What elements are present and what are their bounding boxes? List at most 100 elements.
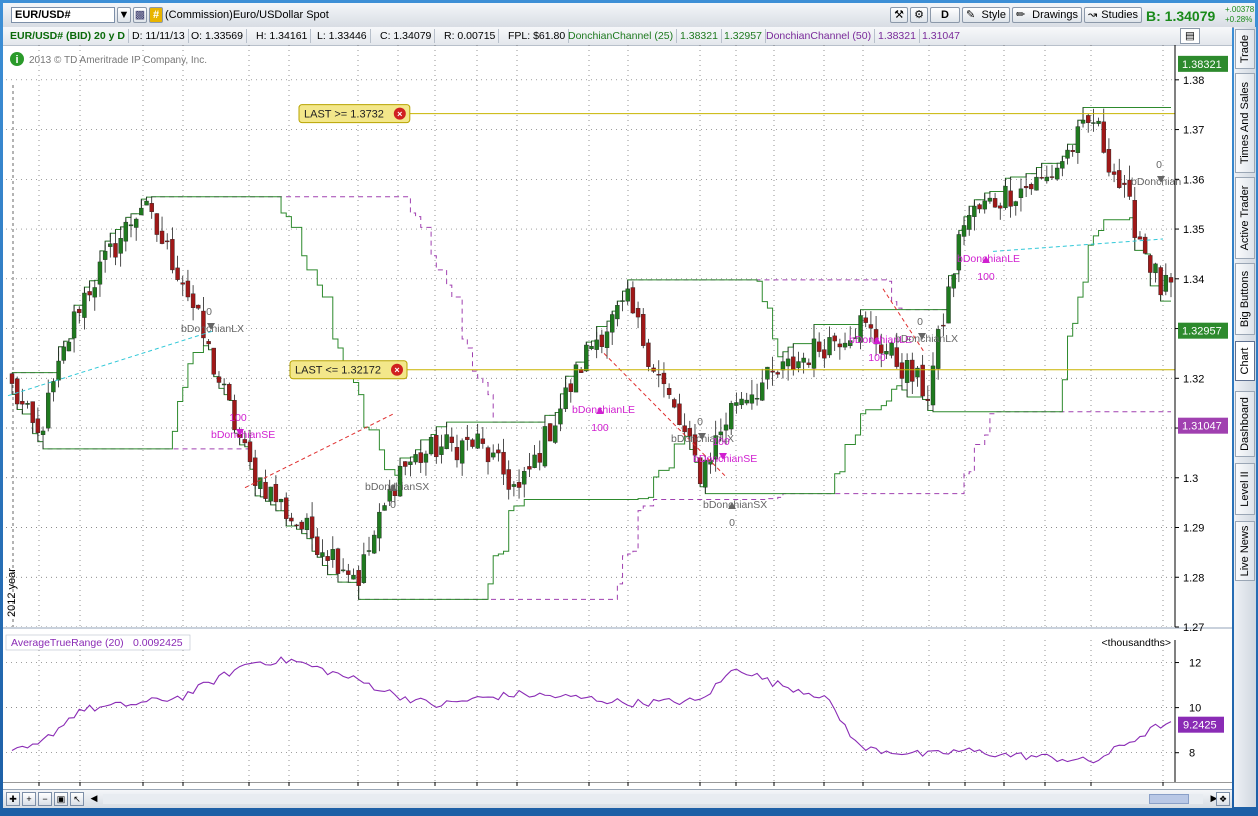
info-dc50-label[interactable]: DonchianChannel (50)	[763, 29, 876, 43]
symbol-description: (Commission)Euro/USDollar Spot	[165, 9, 329, 21]
signal-label: bDonchianLE	[957, 253, 1020, 265]
candlesticks	[9, 107, 1174, 600]
signal-qty: 0	[729, 517, 735, 529]
tab-active-trader[interactable]: Active Trader	[1235, 177, 1255, 259]
info-dc25-label[interactable]: DonchianChannel (25)	[565, 29, 678, 43]
signal-label: bDonchianSX	[703, 499, 767, 511]
zoom-in-icon[interactable]: +	[22, 792, 36, 806]
studies-icon: ↝	[1088, 9, 1098, 21]
wrench-icon[interactable]: ⚙	[910, 7, 928, 23]
signal-qty: 0	[917, 316, 923, 328]
pencil-icon: ✏	[1016, 9, 1026, 21]
atr-tick-label: 10	[1189, 703, 1201, 715]
atr-tick-label: 12	[1189, 658, 1201, 670]
info-dc50-lower: 1.31047	[922, 30, 960, 42]
tab-chart[interactable]: Chart	[1235, 341, 1255, 381]
chart-info-bar: EUR/USD# (BID) 20 y D D: 11/11/13 O: 1.3…	[3, 27, 1232, 46]
price-tick-label: 1.28	[1183, 572, 1204, 584]
signal-label: bDonchianLX	[895, 333, 958, 345]
link-icon[interactable]: ▩	[133, 7, 147, 23]
atr-tick-label: 8	[1189, 748, 1195, 760]
info-dc50-upper: 1.38321	[875, 29, 920, 43]
price-badge-label: 1.38321	[1182, 59, 1222, 71]
expand-icon[interactable]: ❖	[1216, 792, 1230, 806]
style-icon: ✎	[966, 9, 976, 21]
style-button[interactable]: ✎ Style	[962, 7, 1010, 23]
signal-qty: 0	[206, 306, 212, 318]
price-tick-label: 1.29	[1183, 523, 1204, 535]
info-symbol-period[interactable]: EUR/USD# (BID) 20 y D	[7, 29, 129, 43]
chart-labels: i 2013 © TD Ameritrade IP Company, Inc. 20…	[6, 52, 207, 617]
price-tick-label: 1.34	[1183, 274, 1204, 286]
info-date: D: 11/11/13	[129, 29, 189, 43]
price-tick-label: 1.37	[1183, 125, 1204, 137]
tab-live-news[interactable]: Live News	[1235, 521, 1255, 581]
donchian-25-lines	[12, 106, 1171, 600]
signal-label: bDonchianSE	[211, 429, 275, 441]
pan-icon[interactable]: ✚	[6, 792, 20, 806]
signal-qty: 100	[591, 422, 609, 434]
symbol-dropdown-button[interactable]: ▼	[117, 7, 131, 23]
chart-bottom-bar: ✚ + − ▣ ↖ ◀ ▶ ❖	[3, 789, 1232, 808]
price-axis: 1.381.371.361.351.341.331.321.311.31.291…	[1174, 45, 1228, 634]
tab-level-ii[interactable]: Level II	[1235, 463, 1255, 515]
price-badge-label: 1.31047	[1182, 421, 1222, 433]
tools-icon[interactable]: ⚒	[890, 7, 908, 23]
info-close: C: 1.34079	[377, 29, 436, 43]
info-open: O: 1.33569	[188, 29, 247, 43]
strategy-signals: bDonchianLX 0 bDonchianSE 100 bDonchianSX 0 bD…	[181, 159, 1181, 529]
change-percent: +0.28%	[1225, 15, 1253, 24]
signal-qty: 100	[712, 436, 730, 448]
tab-trade[interactable]: Trade	[1235, 29, 1255, 69]
scroll-left-icon[interactable]: ◀	[87, 792, 101, 806]
info-range: R: 0.00715	[441, 29, 500, 43]
signal-qty: 0	[390, 499, 396, 511]
horizontal-scrollbar[interactable]	[103, 794, 1203, 804]
zoom-out-icon[interactable]: −	[38, 792, 52, 806]
side-tab-bar: Trade Times And Sales Active Trader Big …	[1234, 27, 1256, 807]
info-dc25-lower: 1.32957	[721, 29, 766, 43]
info-icon-glyph: i	[15, 54, 18, 66]
signal-label: bDonchian	[1131, 176, 1181, 188]
price-tick-label: 1.3	[1183, 473, 1198, 485]
atr-value: 0.0092425	[133, 637, 183, 649]
year-label: 2012 year	[6, 568, 18, 617]
period-button[interactable]: D	[930, 7, 960, 23]
signal-qty: 100	[229, 412, 247, 424]
signal-qty: 100	[868, 352, 886, 364]
chart-area[interactable]: EUR/USD# (BID) 20 y D D: 11/11/13 O: 1.3…	[3, 27, 1232, 807]
info-fpl: FPL: $61.80	[505, 29, 570, 43]
info-high: H: 1.34161	[253, 29, 312, 43]
copyright: 2013 © TD Ameritrade IP Company, Inc.	[29, 55, 207, 66]
price-alerts[interactable]: LAST >= 1.3732 × LAST <= 1.32172 ×	[289, 104, 1175, 380]
change-points: +.00378	[1225, 5, 1255, 14]
atr-badge-label: 9.2425	[1183, 720, 1217, 732]
price-tick-label: 1.36	[1183, 174, 1204, 186]
close-icon[interactable]: ×	[394, 365, 399, 375]
symbol-input[interactable]: EUR/USD#	[11, 7, 115, 23]
zoom-fit-icon[interactable]: ▣	[54, 792, 68, 806]
atr-units: <thousandths>	[1102, 637, 1171, 649]
comment-icon[interactable]: #	[149, 7, 163, 23]
tab-big-buttons[interactable]: Big Buttons	[1235, 263, 1255, 335]
price-chart-svg[interactable]: LAST >= 1.3732 × LAST <= 1.32172 × bDonchia…	[3, 45, 1232, 807]
tab-times-and-sales[interactable]: Times And Sales	[1235, 73, 1255, 173]
price-tick-label: 1.32	[1183, 373, 1204, 385]
alert-label: LAST <= 1.32172	[295, 365, 381, 377]
studies-button[interactable]: ↝ Studies	[1084, 7, 1142, 23]
drawings-button[interactable]: ✏ Drawings	[1012, 7, 1082, 23]
scrollbar-thumb[interactable]	[1149, 794, 1189, 804]
price-tick-label: 1.27	[1183, 622, 1204, 634]
atr-study: 12 10 8 9.2425 AverageTrueRange (20) 0.009242…	[5, 634, 1224, 782]
atr-label[interactable]: AverageTrueRange (20)	[11, 637, 124, 649]
signal-qty: 0	[1156, 159, 1162, 171]
price-badge-label: 1.32957	[1182, 326, 1222, 338]
price-tick-label: 1.38	[1183, 75, 1204, 87]
chart-settings-icon[interactable]: ▤	[1180, 28, 1200, 44]
signal-qty: 0	[697, 416, 703, 428]
cursor-icon[interactable]: ↖	[70, 792, 84, 806]
tab-dashboard[interactable]: Dashboard	[1235, 391, 1255, 457]
price-tick-label: 1.35	[1183, 224, 1204, 236]
info-low: L: 1.33446	[314, 29, 371, 43]
close-icon[interactable]: ×	[397, 109, 402, 119]
